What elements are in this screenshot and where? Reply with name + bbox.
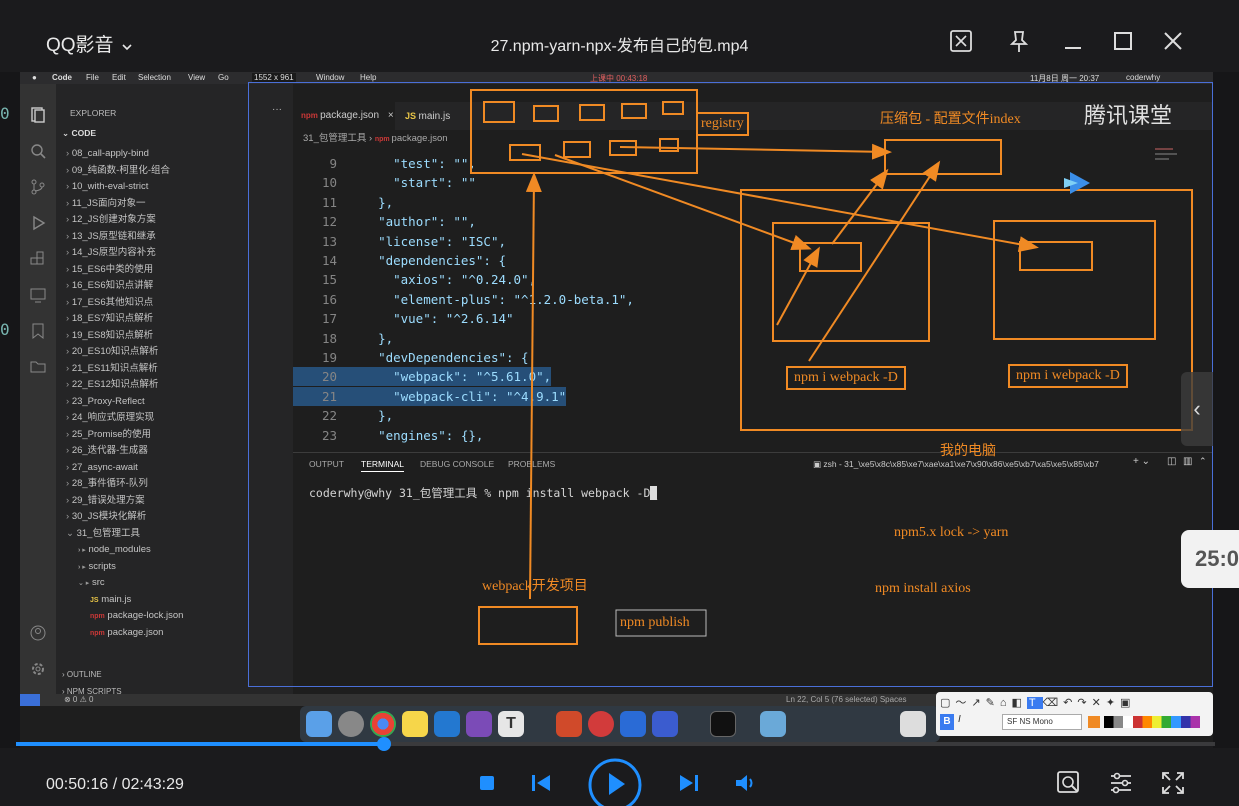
current-time: 00:50:16 <box>46 776 109 793</box>
left-gutter: 0 0 <box>0 72 20 748</box>
right-gutter <box>1213 72 1239 748</box>
time-separator: / <box>108 776 122 793</box>
zoom-search-icon[interactable] <box>1056 770 1082 796</box>
volume-icon[interactable] <box>734 773 758 798</box>
pin-icon[interactable] <box>1006 28 1034 56</box>
fullscreen-icon[interactable] <box>1160 770 1186 796</box>
next-button[interactable] <box>678 773 700 798</box>
title-bar: QQ影音 27.npm-yarn-npx-发布自己的包.mp4 <box>0 0 1239 72</box>
screenshot-icon[interactable] <box>948 28 976 56</box>
video-player-window: QQ影音 27.npm-yarn-npx-发布自己的包.mp4 0 0 ● Co… <box>0 0 1239 806</box>
minimize-icon[interactable] <box>1060 28 1088 56</box>
video-frame[interactable]: ● Code File Edit Selection View Go 1552 … <box>20 72 1213 742</box>
chevron-left-icon[interactable]: ‹ <box>1181 372 1213 446</box>
progress-fill <box>16 742 384 746</box>
progress-bar[interactable] <box>16 737 1215 751</box>
previous-button[interactable] <box>530 773 552 798</box>
stop-button[interactable] <box>478 774 496 797</box>
time-display: 00:50:16 / 02:43:29 <box>46 776 184 794</box>
selection-region[interactable] <box>248 82 1213 687</box>
close-icon[interactable] <box>1160 28 1188 56</box>
maximize-icon[interactable] <box>1110 28 1138 56</box>
video-title: 27.npm-yarn-npx-发布自己的包.mp4 <box>490 38 749 55</box>
gutter-digit: 0 <box>0 104 10 123</box>
total-time: 02:43:29 <box>121 776 184 793</box>
settings-sliders-icon[interactable] <box>1108 770 1134 796</box>
progress-handle[interactable] <box>376 737 391 751</box>
timer-overlay: 25:0 <box>1181 530 1239 588</box>
play-button[interactable] <box>588 758 642 806</box>
gutter-digit: 0 <box>0 320 10 339</box>
